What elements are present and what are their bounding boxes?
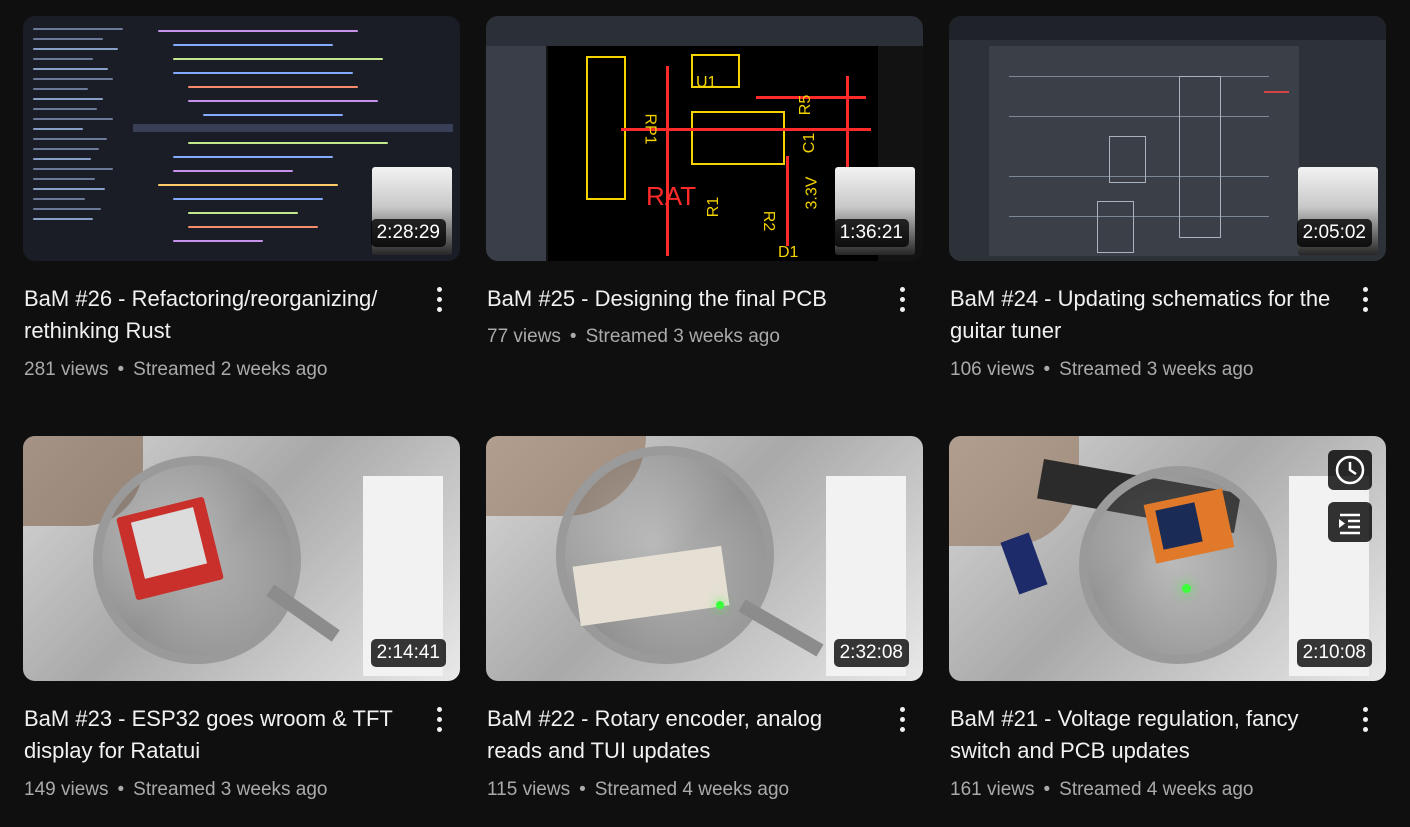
video-card[interactable]: 2:32:08 BaM #22 - Rotary encoder, analog… — [486, 436, 923, 800]
video-meta: 106 views • Streamed 3 weeks ago — [950, 359, 1254, 381]
duration-badge: 2:10:08 — [1296, 639, 1372, 667]
pcb-label: RAT — [646, 181, 697, 211]
pcb-label: U1 — [696, 74, 717, 91]
view-count: 281 views — [24, 359, 109, 380]
video-title[interactable]: BaM #26 - Refactoring/reorganizing/ reth… — [24, 283, 409, 347]
add-to-queue-button[interactable] — [1328, 502, 1372, 542]
more-actions-icon[interactable] — [1352, 704, 1378, 736]
video-thumbnail[interactable]: 2:14:41 — [23, 436, 460, 681]
stream-date: Streamed 3 weeks ago — [1059, 359, 1254, 380]
stream-date: Streamed 3 weeks ago — [133, 779, 328, 800]
stream-date: Streamed 2 weeks ago — [133, 359, 328, 380]
view-count: 161 views — [950, 779, 1035, 800]
clock-icon — [1335, 455, 1365, 485]
video-title[interactable]: BaM #23 - ESP32 goes wroom & TFT display… — [24, 703, 409, 767]
pcb-label: R2 — [760, 210, 778, 232]
video-thumbnail[interactable]: U1 RP1 RAT R5 C1 R1 R2 3.3V D1 1:36:21 — [486, 16, 923, 261]
separator: • — [117, 359, 125, 380]
video-card[interactable]: U1 RP1 RAT R5 C1 R1 R2 3.3V D1 1:36:21 B… — [486, 16, 923, 347]
duration-badge: 2:14:41 — [370, 639, 446, 667]
separator: • — [569, 326, 577, 347]
video-card[interactable]: 2:10:08 BaM #21 - Voltage regulation, fa… — [949, 436, 1386, 800]
watch-later-button[interactable] — [1328, 450, 1372, 490]
pcb-label: R5 — [797, 94, 815, 116]
separator: • — [1043, 779, 1051, 800]
duration-badge: 2:05:02 — [1296, 219, 1372, 247]
duration-badge: 1:36:21 — [833, 219, 909, 247]
view-count: 149 views — [24, 779, 109, 800]
video-title[interactable]: BaM #22 - Rotary encoder, analog reads a… — [487, 703, 872, 767]
separator: • — [579, 779, 586, 800]
separator: • — [117, 779, 125, 800]
video-meta: 161 views • Streamed 4 weeks ago — [950, 779, 1254, 801]
video-title[interactable]: BaM #25 - Designing the final PCB — [487, 283, 872, 315]
more-actions-icon[interactable] — [1352, 284, 1378, 316]
video-card[interactable]: 2:14:41 BaM #23 - ESP32 goes wroom & TFT… — [23, 436, 460, 800]
more-actions-icon[interactable] — [889, 284, 915, 316]
pcb-label: 3.3V — [803, 176, 821, 210]
video-thumbnail[interactable]: 2:32:08 — [486, 436, 923, 681]
video-meta: 149 views • Streamed 3 weeks ago — [24, 779, 328, 801]
stream-date: Streamed 3 weeks ago — [585, 326, 780, 347]
pcb-label: D1 — [778, 244, 799, 261]
view-count: 106 views — [950, 359, 1035, 380]
video-card[interactable]: 2:28:29 BaM #26 - Refactoring/reorganizi… — [23, 16, 460, 380]
more-actions-icon[interactable] — [889, 704, 915, 736]
pcb-label: C1 — [801, 132, 819, 154]
stream-date: Streamed 4 weeks ago — [594, 779, 790, 800]
video-meta: 281 views • Streamed 2 weeks ago — [24, 359, 328, 381]
stream-date: Streamed 4 weeks ago — [1059, 779, 1254, 800]
queue-icon — [1339, 513, 1360, 535]
separator: • — [1043, 359, 1051, 380]
video-title[interactable]: BaM #21 - Voltage regulation, fancy swit… — [950, 703, 1335, 767]
pcb-label: R1 — [705, 196, 723, 218]
video-card[interactable]: 2:05:02 BaM #24 - Updating schematics fo… — [949, 16, 1386, 380]
video-meta: 115 views • Streamed 4 weeks ago — [487, 779, 789, 801]
video-meta: 77 views • Streamed 3 weeks ago — [487, 326, 780, 348]
view-count: 115 views — [487, 779, 571, 800]
video-thumbnail[interactable]: 2:05:02 — [949, 16, 1386, 261]
video-thumbnail[interactable]: 2:28:29 — [23, 16, 460, 261]
video-thumbnail[interactable]: 2:10:08 — [949, 436, 1386, 681]
view-count: 77 views — [487, 326, 561, 347]
pcb-label: RP1 — [641, 113, 659, 145]
more-actions-icon[interactable] — [426, 704, 452, 736]
more-actions-icon[interactable] — [426, 284, 452, 316]
duration-badge: 2:32:08 — [833, 639, 909, 667]
duration-badge: 2:28:29 — [370, 219, 446, 247]
video-title[interactable]: BaM #24 - Updating schematics for the gu… — [950, 283, 1335, 347]
